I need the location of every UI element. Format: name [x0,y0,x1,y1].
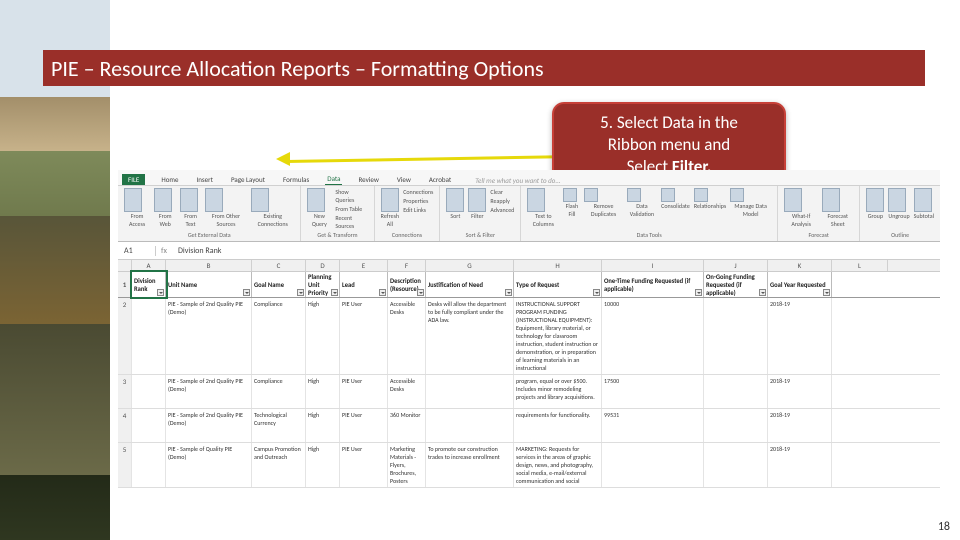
relationships-icon[interactable] [694,188,708,202]
tell-me[interactable]: Tell me what you want to do... [475,176,560,185]
from-text-icon[interactable] [180,188,198,212]
forecast-sheet-icon[interactable] [822,188,840,212]
table-row: 5PIE - Sample of Quality PIE (Demo)Campu… [118,443,940,488]
ungroup-icon[interactable] [888,188,906,212]
filter-dropdown-icon[interactable] [297,289,304,296]
excel-screenshot: FILE Home Insert Page Layout Formulas Da… [118,170,940,510]
callout1-text2: Ribbon menu and [566,134,772,156]
filter-dropdown-icon[interactable] [823,289,830,296]
filter-dropdown-icon[interactable] [759,289,766,296]
tab-formulas[interactable]: Formulas [281,174,311,185]
header-row: 1 Division Rank Unit Name Goal Name Plan… [118,272,940,298]
filter-dropdown-icon[interactable] [379,289,386,296]
name-box-bar: A1 fx Division Rank [118,242,940,260]
table-row: 4PIE - Sample of 2nd Quality PIE (Demo)T… [118,409,940,443]
tab-home[interactable]: Home [159,174,180,185]
subtotal-icon[interactable] [914,188,932,212]
group-data-tools: Text to Columns Flash Fill Remove Duplic… [521,186,778,241]
tab-acrobat[interactable]: Acrobat [427,174,453,185]
existing-conn-icon[interactable] [251,188,269,212]
filter-dropdown-icon[interactable] [331,289,338,296]
data-validation-icon[interactable] [627,188,641,202]
page-number: 18 [938,520,950,534]
group-icon[interactable] [866,188,884,212]
spreadsheet-grid: A B C D E F G H I J K L 1 Division Rank … [118,260,940,488]
refresh-all-icon[interactable] [381,188,399,212]
arrow-to-data-tab [286,155,552,163]
what-if-icon[interactable] [784,188,802,212]
group-forecast: What-If Analysis Forecast Sheet Forecast [778,186,860,241]
group-sort-filter: Sort Filter ClearReapplyAdvanced Sort & … [440,186,521,241]
tab-view[interactable]: View [395,174,413,185]
group-get-transform: New Query Show QueriesFrom TableRecent S… [301,186,374,241]
flash-fill-icon[interactable] [563,188,577,202]
ribbon-body: From Access From Web From Text From Othe… [118,186,940,242]
tab-insert[interactable]: Insert [194,174,214,185]
tab-file[interactable]: FILE [122,174,145,185]
slide-title: PIE – Resource Allocation Reports – Form… [51,55,544,82]
tab-data[interactable]: Data [325,173,342,185]
table-row: 2PIE - Sample of 2nd Quality PIE (Demo)C… [118,298,940,375]
group-connections: Refresh All ConnectionsPropertiesEdit Li… [375,186,441,241]
from-web-icon[interactable] [154,188,172,212]
filter-dropdown-icon[interactable] [417,289,424,296]
table-row: 3PIE - Sample of 2nd Quality PIE (Demo)C… [118,375,940,409]
text-to-columns-icon[interactable] [527,188,545,212]
formula-bar[interactable]: Division Rank [172,246,221,256]
name-box[interactable]: A1 [118,246,156,256]
from-access-icon[interactable] [124,188,142,212]
filter-dropdown-icon[interactable] [157,289,164,296]
new-query-icon[interactable] [307,188,325,212]
filter-dropdown-icon[interactable] [695,289,702,296]
group-get-external-data: From Access From Web From Text From Othe… [118,186,301,241]
consolidate-icon[interactable] [661,188,675,202]
column-letters: A B C D E F G H I J K L [118,260,940,272]
filter-icon[interactable] [468,188,486,212]
slide-title-bar: PIE – Resource Allocation Reports – Form… [43,50,925,86]
filter-dropdown-icon[interactable] [505,289,512,296]
group-outline: Group Ungroup Subtotal Outline [860,186,940,241]
from-other-icon[interactable] [205,188,223,212]
ribbon-tabs: FILE Home Insert Page Layout Formulas Da… [118,170,940,186]
arrow-head-1 [276,152,290,166]
filter-dropdown-icon[interactable] [593,289,600,296]
sort-icon[interactable] [446,188,464,212]
tab-page-layout[interactable]: Page Layout [229,174,267,185]
remove-dup-icon[interactable] [584,188,598,202]
fx-label: fx [156,246,172,256]
data-model-icon[interactable] [730,188,744,202]
callout1-text1: 5. Select Data in the [566,112,772,134]
tab-review[interactable]: Review [356,174,380,185]
filter-dropdown-icon[interactable] [243,289,250,296]
